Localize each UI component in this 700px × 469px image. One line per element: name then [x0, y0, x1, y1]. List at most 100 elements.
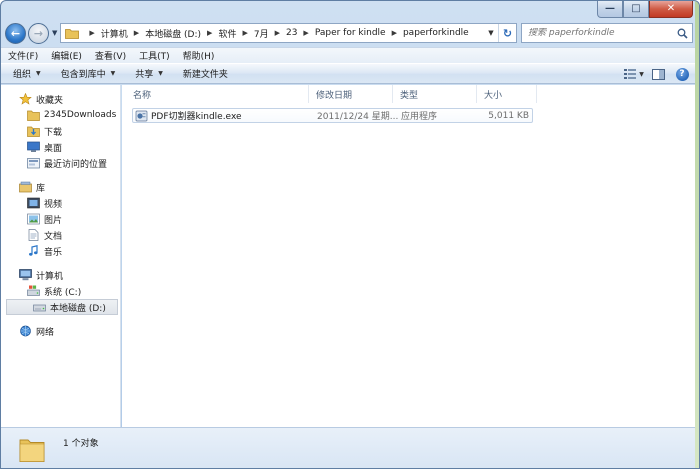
breadcrumb-separator-icon[interactable]: ▶: [207, 29, 212, 37]
library-icon: [19, 181, 32, 193]
music-icon: [29, 245, 38, 256]
back-button[interactable]: ←: [5, 22, 26, 44]
new-folder-button[interactable]: 新建文件夹: [183, 67, 228, 80]
sidebar-item-label: 文档: [44, 231, 63, 242]
breadcrumb-separator-icon[interactable]: ▶: [303, 29, 308, 37]
sidebar-favorites[interactable]: 收藏夹: [1, 91, 120, 107]
table-row[interactable]: PDF切割器kindle.exe 2011/12/24 星期... 应用程序 5…: [132, 108, 533, 123]
sidebar-item-label: 桌面: [44, 143, 63, 154]
breadcrumb-separator-icon[interactable]: ▶: [275, 29, 280, 37]
include-in-library-button[interactable]: 包含到库中 ▼: [61, 67, 116, 80]
column-header-modified[interactable]: 修改日期: [309, 85, 393, 103]
sidebar-item-recent-places[interactable]: 最近访问的位置: [1, 155, 120, 171]
details-pane: 1 个对象: [1, 427, 699, 468]
caption-buttons: — □ ✕: [597, 1, 693, 18]
sidebar-item-label: 系统 (C:): [44, 287, 82, 298]
address-history-dropdown-icon[interactable]: ▼: [484, 29, 498, 37]
sidebar-libraries-label: 库: [36, 183, 46, 194]
column-header-size[interactable]: 大小: [477, 85, 537, 103]
sidebar-item-videos[interactable]: 视频: [1, 195, 120, 211]
sidebar-item-2345downloads[interactable]: 2345Downloads: [1, 107, 120, 123]
sidebar-item-documents[interactable]: 文档: [1, 227, 120, 243]
breadcrumb-july[interactable]: 7月: [254, 27, 269, 40]
star-icon: [19, 93, 32, 105]
desktop-icon: [27, 141, 40, 152]
column-headers: 名称 修改日期 类型 大小: [122, 85, 699, 103]
share-button[interactable]: 共享 ▼: [135, 67, 163, 80]
sidebar-item-system-c[interactable]: 系统 (C:): [1, 283, 120, 299]
file-type-cell: 应用程序: [401, 112, 438, 122]
network-icon: [20, 325, 31, 337]
column-header-name[interactable]: 名称: [126, 85, 309, 103]
file-list-pane: 名称 修改日期 类型 大小 PDF切割器kindle.exe 2011/12/2…: [122, 85, 699, 427]
navigation-row: ← → ▼ ▶ 计算机 ▶ 本地磁盘 (D:) ▶ 软件 ▶ 7月 ▶ 23 ▶…: [5, 21, 693, 45]
navigation-pane: 收藏夹 2345Downloads 下载 桌面 最近访问的位置 库 视频 图片 …: [1, 85, 121, 427]
search-box[interactable]: [521, 23, 693, 43]
breadcrumb-paper-for-kindle[interactable]: Paper for kindle: [315, 28, 386, 38]
menu-view[interactable]: 查看(V): [95, 49, 126, 62]
organize-button[interactable]: 组织 ▼: [13, 67, 41, 80]
organize-label: 组织: [13, 70, 32, 80]
sidebar-item-downloads[interactable]: 下载: [1, 123, 120, 139]
help-button[interactable]: ?: [671, 65, 693, 83]
documents-icon: [28, 229, 39, 241]
recent-places-icon: [27, 158, 40, 169]
chevron-down-icon: ▼: [639, 70, 644, 78]
minimize-button[interactable]: —: [597, 1, 623, 18]
forward-arrow-icon: →: [33, 26, 44, 40]
sidebar-libraries[interactable]: 库: [1, 179, 120, 195]
sidebar-network[interactable]: 网络: [1, 323, 120, 339]
sidebar-item-label: 本地磁盘 (D:): [50, 303, 106, 314]
file-size-cell: 5,011 KB: [488, 110, 529, 121]
menu-file[interactable]: 文件(F): [8, 49, 38, 62]
breadcrumb-separator-icon[interactable]: ▶: [89, 29, 94, 37]
breadcrumb-separator-icon[interactable]: ▶: [242, 29, 247, 37]
breadcrumb-software[interactable]: 软件: [218, 27, 236, 40]
maximize-button[interactable]: □: [623, 1, 649, 18]
sidebar-item-music[interactable]: 音乐: [1, 243, 120, 259]
sidebar-computer-label: 计算机: [36, 271, 64, 282]
view-options-icon[interactable]: ▼: [623, 65, 645, 83]
forward-button[interactable]: →: [28, 22, 49, 44]
folder-icon: [19, 439, 45, 462]
sidebar-network-label: 网络: [36, 327, 55, 338]
command-bar-right: ▼ ?: [621, 64, 693, 84]
breadcrumb-separator-icon[interactable]: ▶: [134, 29, 139, 37]
column-header-type[interactable]: 类型: [393, 85, 477, 103]
chevron-down-icon: ▼: [36, 70, 41, 77]
sidebar-item-label: 2345Downloads: [44, 110, 117, 120]
explorer-window: — □ ✕ ← → ▼ ▶ 计算机 ▶ 本地磁盘 (D:) ▶ 软件 ▶ 7月 …: [0, 0, 700, 469]
recent-pages-dropdown-icon[interactable]: ▼: [52, 29, 57, 37]
breadcrumb-23[interactable]: 23: [286, 28, 297, 38]
sidebar-item-local-disk-d[interactable]: 本地磁盘 (D:): [6, 299, 118, 315]
breadcrumb-computer[interactable]: 计算机: [101, 27, 128, 40]
menu-tools[interactable]: 工具(T): [139, 49, 170, 62]
sidebar-item-label: 下载: [44, 127, 63, 138]
sidebar-item-desktop[interactable]: 桌面: [1, 139, 120, 155]
refresh-icon[interactable]: ↻: [498, 24, 516, 42]
menu-edit[interactable]: 编辑(E): [51, 49, 82, 62]
close-button[interactable]: ✕: [649, 1, 693, 18]
sidebar-item-pictures[interactable]: 图片: [1, 211, 120, 227]
pictures-icon: [27, 213, 40, 225]
menu-bar: 文件(F) 编辑(E) 查看(V) 工具(T) 帮助(H): [1, 47, 699, 63]
file-modified-cell: 2011/12/24 星期...: [317, 112, 399, 122]
search-input[interactable]: [528, 28, 672, 38]
share-label: 共享: [135, 70, 154, 80]
breadcrumb-paperforkindle[interactable]: paperforkindle: [403, 28, 469, 38]
breadcrumb-separator-icon[interactable]: ▶: [392, 29, 397, 37]
sidebar-favorites-label: 收藏夹: [36, 95, 64, 106]
preview-pane-icon[interactable]: [647, 65, 669, 83]
sidebar-item-label: 音乐: [44, 247, 63, 258]
back-arrow-icon: ←: [10, 26, 21, 40]
address-bar[interactable]: ▶ 计算机 ▶ 本地磁盘 (D:) ▶ 软件 ▶ 7月 ▶ 23 ▶ Paper…: [60, 23, 517, 43]
breadcrumb-drive-d[interactable]: 本地磁盘 (D:): [145, 27, 201, 40]
search-icon[interactable]: [672, 28, 692, 39]
system-drive-icon: [27, 285, 40, 296]
sidebar-computer[interactable]: 计算机: [1, 267, 120, 283]
include-in-library-label: 包含到库中: [60, 70, 106, 80]
menu-help[interactable]: 帮助(H): [183, 49, 215, 62]
